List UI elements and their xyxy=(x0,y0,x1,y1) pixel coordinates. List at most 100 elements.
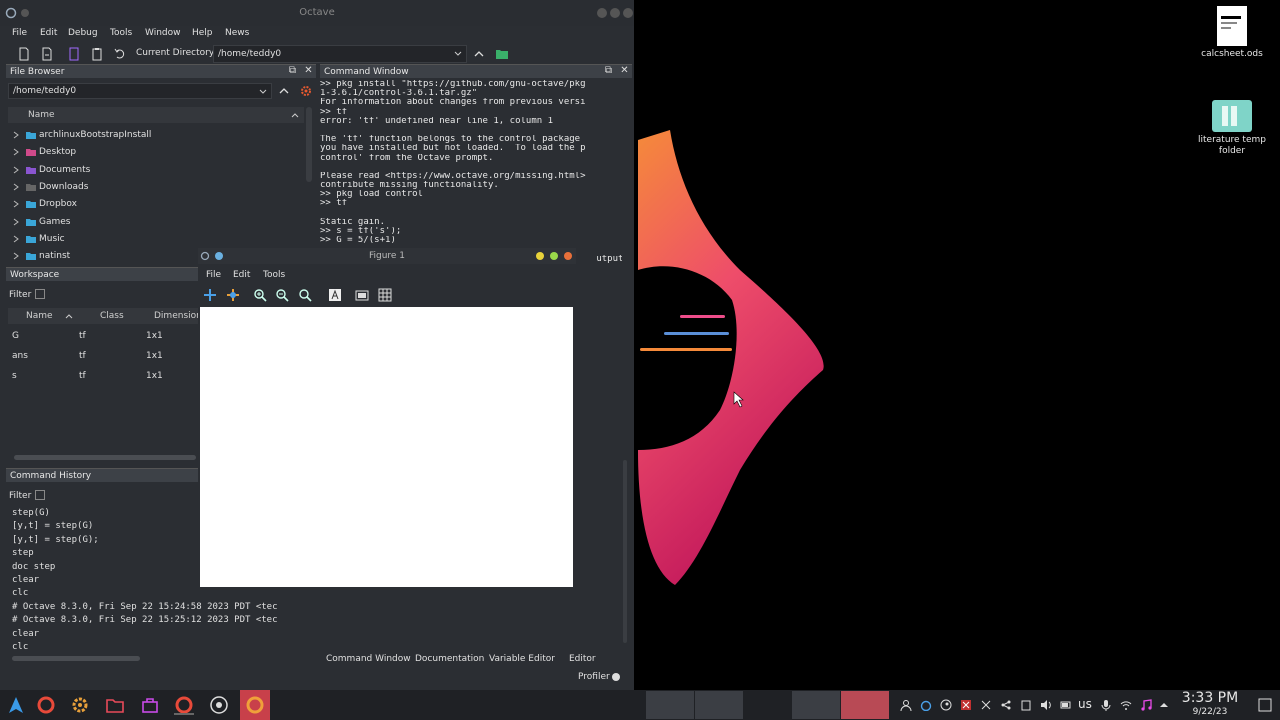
parent-directory-icon[interactable] xyxy=(472,47,486,61)
app-launcher-icon[interactable] xyxy=(6,695,26,715)
pan-icon[interactable] xyxy=(203,288,217,302)
menu-tools[interactable]: Tools xyxy=(110,28,132,38)
undo-icon[interactable] xyxy=(113,47,127,61)
chevron-right-icon[interactable] xyxy=(13,166,19,174)
history-item[interactable]: clc xyxy=(8,587,308,600)
close-panel-icon[interactable]: ✕ xyxy=(303,66,314,77)
tab-documentation[interactable]: Documentation xyxy=(415,654,484,664)
table-row[interactable]: ans tf 1x1 xyxy=(8,346,196,366)
tree-item[interactable]: Desktop xyxy=(8,144,304,161)
chevron-right-icon[interactable] xyxy=(13,200,19,208)
chevron-right-icon[interactable] xyxy=(13,131,19,139)
menu-file[interactable]: File xyxy=(12,28,27,38)
tree-item[interactable]: Games xyxy=(8,214,304,231)
column-header-class[interactable]: Class xyxy=(100,311,124,321)
chevron-right-icon[interactable] xyxy=(13,183,19,191)
active-app-highlight[interactable] xyxy=(240,690,270,720)
chevron-down-icon[interactable] xyxy=(454,50,462,58)
volume-icon[interactable] xyxy=(1040,699,1052,711)
maximize-button[interactable] xyxy=(550,252,558,260)
table-row[interactable]: Gtf 1x1 xyxy=(8,326,196,346)
chevron-right-icon[interactable] xyxy=(13,252,19,260)
figure-canvas[interactable] xyxy=(200,307,573,587)
tree-item[interactable]: Documents xyxy=(8,162,304,179)
virtual-desktop-2[interactable] xyxy=(695,691,743,719)
menu-news[interactable]: News xyxy=(225,28,249,38)
octave-taskbar-icon[interactable] xyxy=(36,695,56,715)
microphone-icon[interactable] xyxy=(1100,699,1112,711)
zoom-reset-icon[interactable] xyxy=(298,288,312,302)
battery-icon[interactable] xyxy=(1060,699,1072,711)
column-header-dimension[interactable]: Dimension xyxy=(154,311,202,321)
undock-icon[interactable]: ⧉ xyxy=(287,66,298,77)
figure-menu-tools[interactable]: Tools xyxy=(263,270,285,280)
paste-icon[interactable] xyxy=(90,47,104,61)
history-item[interactable]: # Octave 8.3.0, Fri Sep 22 15:24:58 2023… xyxy=(8,601,308,614)
workspace-filter-checkbox[interactable] xyxy=(35,289,45,299)
sort-ascending-icon[interactable] xyxy=(291,112,299,118)
tab-editor[interactable]: Editor xyxy=(569,654,596,664)
file-browser-scrollbar[interactable] xyxy=(306,107,312,182)
taskbar-clock[interactable]: 3:33 PM 9/22/23 xyxy=(1170,689,1250,717)
workspace-scrollbar[interactable] xyxy=(14,455,196,460)
axes-icon[interactable] xyxy=(355,288,369,302)
open-file-icon[interactable] xyxy=(40,47,54,61)
current-directory-input[interactable]: /home/teddy0 xyxy=(213,45,467,63)
mail-notify-icon[interactable] xyxy=(960,699,972,711)
figure-menu-edit[interactable]: Edit xyxy=(233,270,250,280)
chevron-right-icon[interactable] xyxy=(13,218,19,226)
octave-titlebar[interactable]: Octave xyxy=(0,0,634,26)
software-store-icon[interactable] xyxy=(140,695,160,715)
file-manager-icon[interactable] xyxy=(105,695,125,715)
sort-ascending-icon[interactable] xyxy=(65,313,73,319)
minimize-button[interactable] xyxy=(536,252,544,260)
tree-item[interactable]: archlinuxBootstrapInstall xyxy=(8,127,304,144)
tree-item[interactable]: Music xyxy=(8,231,304,248)
desktop-icon-literature-folder[interactable]: literature temp folder xyxy=(1192,100,1272,157)
command-window-scrollbar[interactable] xyxy=(623,460,627,643)
close-button[interactable] xyxy=(623,8,633,18)
obs-studio-icon[interactable] xyxy=(209,695,229,715)
browse-folder-icon[interactable] xyxy=(495,47,509,61)
settings-gear-icon[interactable] xyxy=(70,695,90,715)
rotate-icon[interactable] xyxy=(226,288,240,302)
clipboard-icon[interactable] xyxy=(1020,699,1032,711)
menu-debug[interactable]: Debug xyxy=(68,28,98,38)
chevron-right-icon[interactable] xyxy=(13,235,19,243)
zoom-in-icon[interactable] xyxy=(253,288,267,302)
command-window-title[interactable]: Command Window ⧉ ✕ xyxy=(320,64,632,78)
tree-item[interactable]: Downloads xyxy=(8,179,304,196)
keyboard-layout[interactable]: us xyxy=(1078,697,1092,711)
grid-icon[interactable] xyxy=(378,288,392,302)
chevron-right-icon[interactable] xyxy=(13,148,19,156)
menu-window[interactable]: Window xyxy=(145,28,181,38)
tab-command-window[interactable]: Command Window xyxy=(326,654,411,664)
maximize-button[interactable] xyxy=(610,8,620,18)
figure-menu-file[interactable]: File xyxy=(206,270,221,280)
tray-expand-icon[interactable] xyxy=(1158,699,1170,711)
undock-icon[interactable]: ⧉ xyxy=(603,66,614,77)
chevron-down-icon[interactable] xyxy=(259,88,267,96)
steam-icon[interactable] xyxy=(940,699,952,711)
close-panel-icon[interactable]: ✕ xyxy=(619,66,630,77)
timer-icon[interactable] xyxy=(920,699,932,711)
copy-icon[interactable] xyxy=(67,47,81,61)
gear-icon[interactable] xyxy=(299,84,313,98)
text-annotation-icon[interactable] xyxy=(328,288,342,302)
minimize-button[interactable] xyxy=(597,8,607,18)
octave-running-icon[interactable] xyxy=(174,695,194,715)
menu-edit[interactable]: Edit xyxy=(40,28,57,38)
command-history-title[interactable]: Command History xyxy=(6,468,198,482)
virtual-desktop-1[interactable] xyxy=(646,691,694,719)
user-icon[interactable] xyxy=(900,699,912,711)
show-desktop-icon[interactable] xyxy=(1258,698,1272,712)
music-note-icon[interactable] xyxy=(1140,699,1152,711)
workspace-title[interactable]: Workspace xyxy=(6,267,198,281)
tree-item[interactable]: Dropbox xyxy=(8,196,304,213)
wifi-icon[interactable] xyxy=(1120,699,1132,711)
table-row[interactable]: s tf 1x1 xyxy=(8,366,196,386)
profiler-status-indicator[interactable] xyxy=(612,673,620,681)
figure-titlebar[interactable]: Figure 1 xyxy=(198,248,576,264)
file-browser-title[interactable]: File Browser ⧉ ✕ xyxy=(6,64,316,78)
history-item[interactable]: clc xyxy=(8,641,308,654)
